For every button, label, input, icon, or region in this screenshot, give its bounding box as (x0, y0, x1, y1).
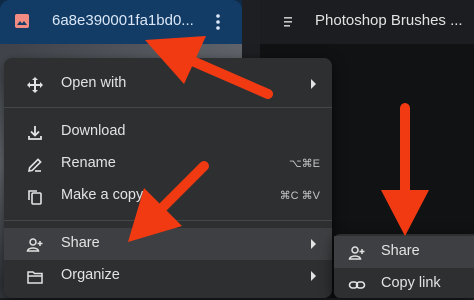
more-vert-icon[interactable] (212, 12, 224, 32)
menu-divider (4, 107, 332, 108)
folder-icon (27, 271, 43, 284)
menu-item-label: Organize (61, 267, 120, 283)
shortcut-text: ⌥⌘E (288, 158, 320, 170)
menu-item-rename[interactable]: Rename ⌥⌘E (4, 148, 332, 180)
submenu-item-label: Copy link (381, 275, 441, 291)
copy-icon (28, 190, 42, 205)
doc-icon (284, 17, 292, 27)
share-submenu: Share Copy link (334, 234, 474, 298)
menu-item-make-a-copy[interactable]: Make a copy ⌘C ⌘V (4, 180, 332, 212)
menu-item-share[interactable]: Share (4, 228, 332, 260)
download-icon (28, 126, 42, 140)
file-tile-2-header[interactable]: Photoshop Brushes ... (260, 0, 474, 44)
rename-icon (27, 158, 42, 173)
menu-item-label: Rename (61, 155, 116, 171)
file-title: 6a8e390001fa1bd0... (52, 12, 194, 29)
link-icon (348, 281, 366, 289)
image-icon (15, 14, 29, 28)
menu-item-label: Make a copy (61, 187, 144, 203)
submenu-item-label: Share (381, 243, 420, 259)
chevron-right-icon (311, 239, 316, 249)
menu-item-open-with[interactable]: Open with (4, 68, 332, 100)
menu-item-label: Download (61, 123, 126, 139)
share-person-add-icon (348, 246, 365, 260)
menu-divider (4, 220, 332, 221)
share-person-add-icon (26, 238, 43, 252)
chevron-right-icon (311, 79, 316, 89)
submenu-item-copy-link[interactable]: Copy link (334, 268, 474, 300)
open-with-icon (27, 77, 43, 93)
submenu-item-share[interactable]: Share (334, 236, 474, 268)
file-tile-header[interactable]: 6a8e390001fa1bd0... (0, 0, 242, 44)
context-menu: Open with Download Rename ⌥⌘E Make a cop… (4, 58, 332, 298)
menu-item-label: Share (61, 235, 100, 251)
menu-item-download[interactable]: Download (4, 116, 332, 148)
menu-item-label: Open with (61, 75, 127, 91)
file-title-2: Photoshop Brushes ... (315, 12, 463, 29)
menu-item-organize[interactable]: Organize (4, 260, 332, 292)
shortcut-text: ⌘C ⌘V (279, 190, 320, 202)
chevron-right-icon (311, 271, 316, 281)
